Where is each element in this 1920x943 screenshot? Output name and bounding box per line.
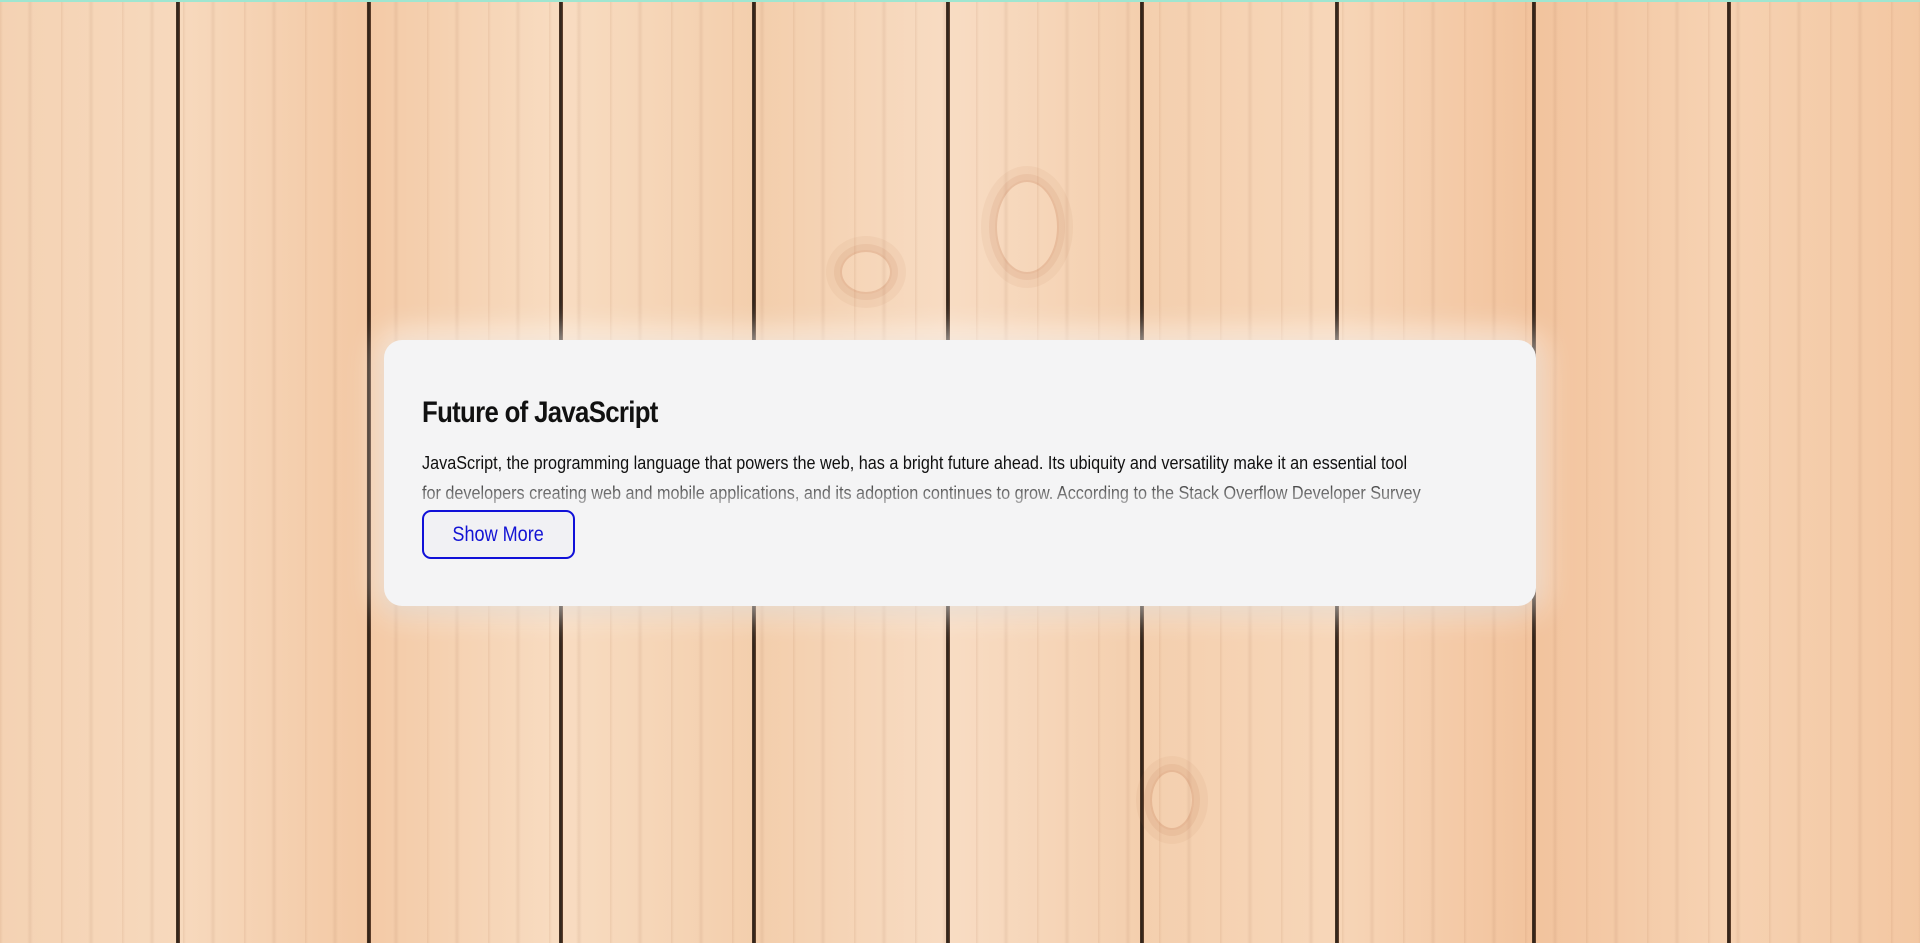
plank-seam [1727,0,1731,943]
plank-seam [367,0,371,943]
article-excerpt: JavaScript, the programming language tha… [422,453,1421,503]
show-more-button[interactable]: Show More [422,510,575,559]
wood-knot [1150,770,1194,830]
article-title: Future of JavaScript [422,396,658,429]
top-accent-line [0,0,1920,2]
article-card: Future of JavaScript JavaScript, the pro… [384,340,1536,606]
show-more-label: Show More [452,522,545,546]
wood-knot [995,180,1059,274]
plank-seam [176,0,180,943]
wood-knot [840,250,892,294]
